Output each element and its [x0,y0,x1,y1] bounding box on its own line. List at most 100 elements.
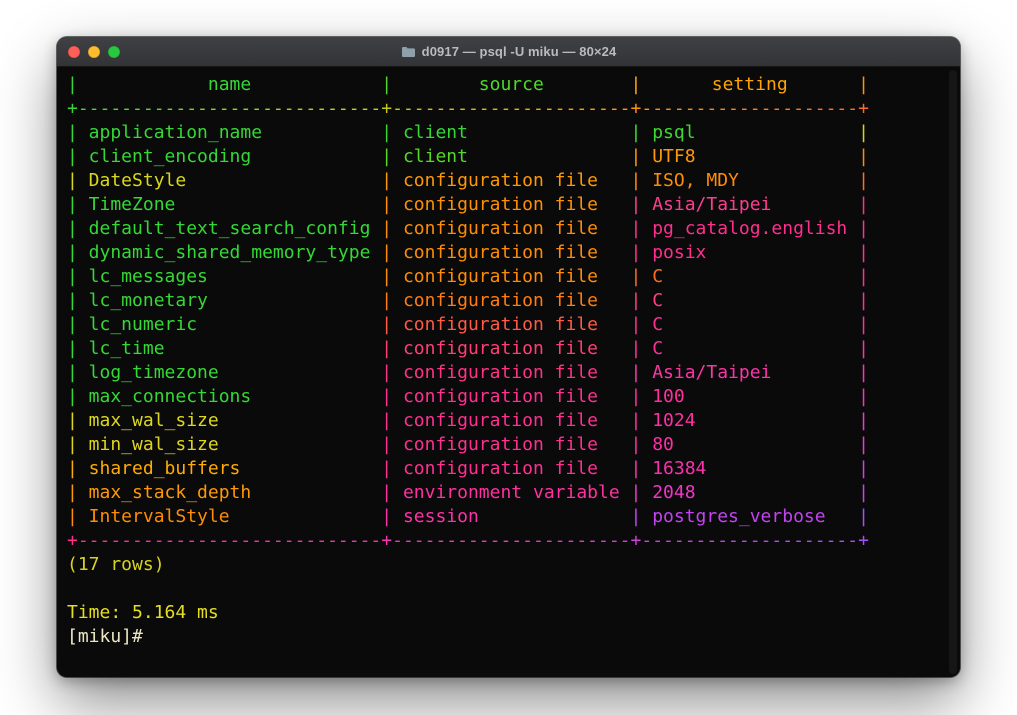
table-row: | min_wal_size | configuration file | 80 | [67,433,960,457]
column-divider: | [630,194,642,215]
cell-source: configuration file [402,458,599,479]
column-divider: | [858,338,869,359]
column-divider: | [381,434,393,455]
column-divider: | [381,74,393,95]
column-divider: | [67,122,78,143]
column-divider: | [630,482,642,503]
table-row: | application_name | client | psql | [67,121,960,145]
column-divider: | [858,266,869,287]
table-row: | lc_time | configuration file | C | [67,337,960,361]
cell-setting: postgres_verbose [652,506,826,527]
table-row: | log_timezone | configuration file | Asia/Ta… [67,361,960,385]
scrollbar[interactable] [949,70,957,674]
cell-name: min_wal_size [88,434,219,455]
cell-setting: 80 [652,434,674,455]
cell-name: lc_messages [88,266,208,287]
cell-name: max_wal_size [88,410,219,431]
column-divider: | [67,458,78,479]
column-divider: | [858,506,869,527]
separator-bottom: +----------------------------+----------… [67,530,869,551]
cell-source: configuration file [402,218,599,239]
column-divider: | [858,458,869,479]
cell-name: lc_monetary [88,290,208,311]
cell-source: client [402,122,468,143]
column-divider: | [630,146,642,167]
table-row: | TimeZone | configuration file | Asia/Taipei… [67,193,960,217]
column-divider: | [67,266,78,287]
separator-bottom: +----------------------------+----------… [67,529,960,553]
cell-setting: ISO, MDY [652,170,739,191]
column-divider: | [67,74,78,95]
separator-top: +----------------------------+----------… [67,97,960,121]
column-divider: | [381,146,393,167]
cell-name: TimeZone [88,194,176,215]
column-divider: | [630,362,642,383]
column-divider: | [630,266,642,287]
query-time-line: Time: 5.164 ms [67,601,960,625]
column-divider: | [67,362,78,383]
column-divider: | [381,506,393,527]
header-name: name [207,74,252,95]
terminal-screen[interactable]: | name | source | setting | +------------------… [57,67,960,677]
cell-source: environment variable [402,482,620,503]
cell-source: configuration file [402,362,599,383]
column-divider: | [858,242,869,263]
cell-name: shared_buffers [88,458,241,479]
titlebar[interactable]: d0917 — psql -U miku — 80×24 [57,37,960,67]
cell-setting: 16384 [652,458,707,479]
close-button[interactable] [68,45,80,58]
column-divider: | [67,146,78,167]
column-divider: | [630,74,642,95]
table-row: | max_stack_depth | environment variable | 20… [67,481,960,505]
cell-name: client_encoding [88,146,252,167]
column-divider: | [381,170,393,191]
cell-setting: 2048 [652,482,696,503]
table-row: | max_connections | configuration file | 100 | [67,385,960,409]
cell-name: lc_numeric [88,314,198,335]
cell-setting: Asia/Taipei [652,362,772,383]
column-divider: | [67,410,78,431]
cell-source: client [402,146,468,167]
cell-name: max_connections [88,386,252,407]
table-row: | lc_numeric | configuration file | C | [67,313,960,337]
table-row: | shared_buffers | configuration file | 16384… [67,457,960,481]
header-setting: setting [711,74,788,95]
column-divider: | [67,386,78,407]
zoom-button[interactable] [108,45,120,58]
cell-setting: C [652,290,664,311]
cell-setting: C [652,314,664,335]
column-divider: | [630,506,642,527]
table-row: | dynamic_shared_memory_type | configuratio… [67,241,960,265]
column-divider: | [858,218,869,239]
table-row: | DateStyle | configuration file | ISO, MDY | [67,169,960,193]
column-divider: | [381,410,393,431]
column-divider: | [381,338,393,359]
window-title: d0917 — psql -U miku — 80×24 [401,44,617,59]
column-divider: | [858,482,869,503]
column-divider: | [67,338,78,359]
column-divider: | [630,170,642,191]
folder-icon [401,46,416,58]
column-divider: | [858,146,869,167]
cell-name: IntervalStyle [88,506,230,527]
column-divider: | [630,386,642,407]
cell-name: max_stack_depth [88,482,252,503]
column-divider: | [630,314,642,335]
window-title-text: d0917 — psql -U miku — 80×24 [421,44,617,59]
column-divider: | [858,434,869,455]
column-divider: | [858,170,869,191]
table-row: | max_wal_size | configuration file | 1024 | [67,409,960,433]
column-divider: | [630,218,642,239]
minimize-button[interactable] [88,45,100,58]
table-row: | IntervalStyle | session | postgres_verbose | [67,505,960,529]
cell-source: configuration file [402,434,599,455]
column-divider: | [381,122,393,143]
terminal-output: | name | source | setting | +------------------… [67,73,960,649]
table-row: | default_text_search_config | configuratio… [67,217,960,241]
cell-source: configuration file [402,194,599,215]
column-divider: | [381,290,393,311]
column-divider: | [67,194,78,215]
column-divider: | [67,506,78,527]
column-divider: | [381,458,393,479]
cell-setting: 100 [652,386,685,407]
